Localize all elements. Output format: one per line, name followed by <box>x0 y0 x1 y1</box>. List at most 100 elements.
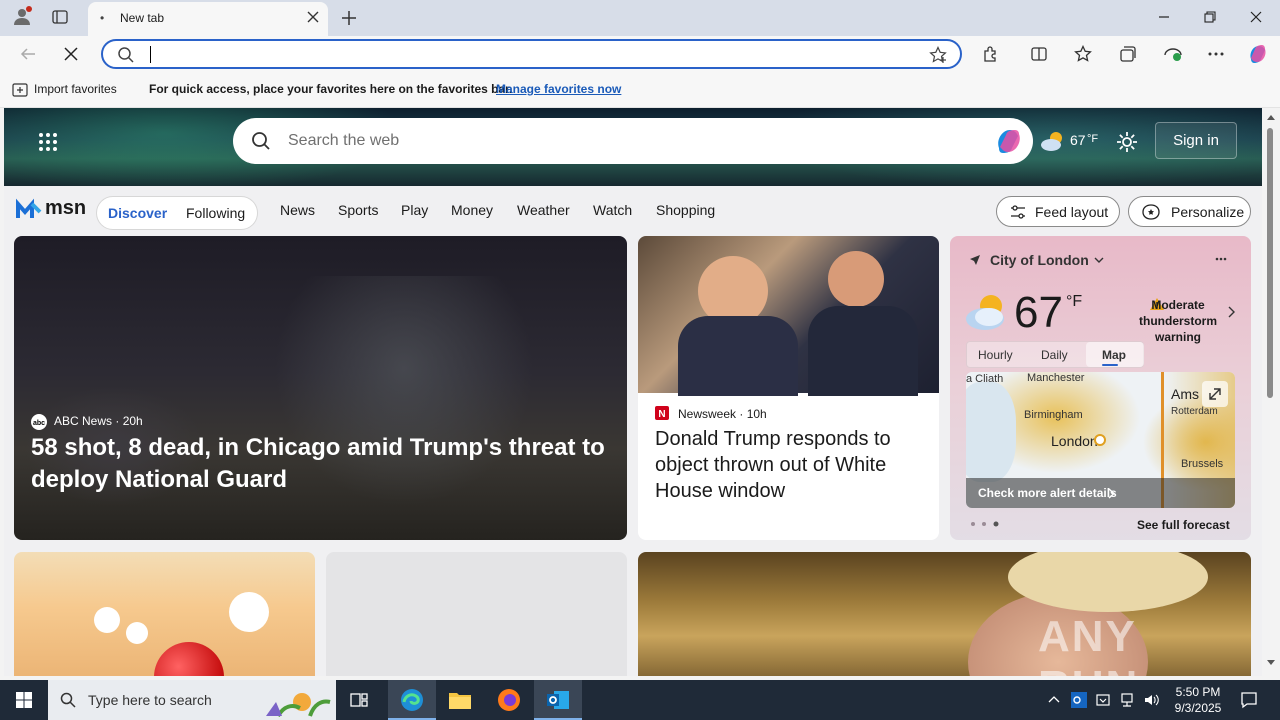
tab-discover[interactable]: Discover <box>108 205 167 221</box>
extensions-icon[interactable] <box>982 45 1000 63</box>
tab-title: New tab <box>120 11 165 25</box>
add-favorite-icon[interactable] <box>929 46 947 64</box>
feed-card-large[interactable]: ANY RUN <box>638 552 1251 676</box>
import-favorites-icon <box>12 82 28 98</box>
search-highlight-icon <box>258 682 334 718</box>
see-full-forecast-link[interactable]: See full forecast <box>1137 518 1230 532</box>
nav-watch[interactable]: Watch <box>593 202 632 218</box>
chevron-down-icon[interactable] <box>1094 255 1104 265</box>
address-bar[interactable] <box>101 39 962 69</box>
nav-shopping[interactable]: Shopping <box>656 202 715 218</box>
page-scrollbar[interactable] <box>1262 108 1280 676</box>
text-caret <box>150 46 151 63</box>
weather-card: City of London 67 °F Moderate thundersto… <box>950 236 1251 540</box>
more-options-icon[interactable] <box>1214 252 1228 266</box>
personalize-button[interactable]: Personalize <box>1128 196 1251 227</box>
restore-icon[interactable] <box>1203 10 1217 24</box>
network-icon[interactable] <box>1119 692 1135 708</box>
personalize-label: Personalize <box>1171 204 1245 220</box>
sign-in-button[interactable]: Sign in <box>1155 122 1237 159</box>
action-center-icon[interactable] <box>1240 691 1258 709</box>
weather-radar-map[interactable]: a Cliath Manchester Birmingham London Am… <box>966 372 1235 508</box>
search-icon <box>251 131 271 151</box>
firefox-icon[interactable] <box>497 688 521 712</box>
msn-logo-text[interactable]: msn <box>45 197 86 220</box>
story-headline[interactable]: 58 shot, 8 dead, in Chicago amid Trump's… <box>31 432 611 496</box>
new-tab-icon[interactable] <box>340 9 358 27</box>
weather-alert-text[interactable]: Moderate thunderstorm warning <box>1098 297 1238 345</box>
weather-tabs: Hourly Daily Map <box>966 341 1144 368</box>
file-explorer-icon[interactable] <box>448 689 472 711</box>
outlook-icon <box>546 688 570 712</box>
chevron-right-icon[interactable] <box>1228 306 1236 318</box>
copilot-icon[interactable] <box>1247 43 1269 65</box>
page-settings-icon[interactable] <box>1116 131 1138 153</box>
settings-more-icon[interactable] <box>1207 45 1225 63</box>
web-search-box[interactable]: Search the web <box>233 118 1033 164</box>
notification-tray-icon[interactable] <box>1095 692 1111 708</box>
copilot-search-icon[interactable] <box>993 126 1025 156</box>
sliders-icon <box>1009 203 1027 221</box>
apps-grid-icon[interactable] <box>38 132 58 152</box>
import-favorites-link[interactable]: Import favorites <box>34 82 117 96</box>
feed-layout-button[interactable]: Feed layout <box>996 196 1120 227</box>
volume-icon[interactable] <box>1143 692 1159 708</box>
search-icon <box>117 46 135 64</box>
minimize-icon[interactable] <box>1157 10 1171 24</box>
svg-text:abc: abc <box>33 420 45 427</box>
feed-card-lottery[interactable] <box>14 552 315 676</box>
msn-page: Search the web 67 °F Sign in msn Discove… <box>4 108 1262 676</box>
search-icon <box>60 692 76 708</box>
nav-play[interactable]: Play <box>401 202 428 218</box>
location-pin-icon <box>1094 434 1106 446</box>
news-card[interactable]: N Newsweek · 10h Donald Trump responds t… <box>638 236 939 540</box>
back-icon[interactable] <box>19 45 37 63</box>
taskbar-edge[interactable] <box>388 680 436 720</box>
feed-card-placeholder <box>326 552 627 676</box>
abc-news-logo-icon: abc <box>31 414 47 430</box>
expand-map-icon[interactable] <box>1202 381 1228 407</box>
carousel-dots[interactable] <box>970 520 1004 528</box>
scroll-down-icon[interactable] <box>1267 660 1275 666</box>
collections-icon[interactable] <box>1119 45 1137 63</box>
tab-new-tab[interactable]: • New tab <box>88 2 328 36</box>
close-tab-icon[interactable] <box>306 10 320 24</box>
nav-weather[interactable]: Weather <box>517 202 570 218</box>
feed-layout-label: Feed layout <box>1035 204 1109 220</box>
stop-loading-icon[interactable] <box>63 46 79 62</box>
taskbar-outlook[interactable] <box>534 680 582 720</box>
story-source: ABC News · 20h <box>54 414 143 428</box>
profile-icon[interactable] <box>12 6 32 26</box>
task-view-icon[interactable] <box>350 691 368 709</box>
clock-time: 5:50 PM <box>1175 685 1221 699</box>
nav-sports[interactable]: Sports <box>338 202 378 218</box>
weather-tab-map[interactable]: Map <box>1086 342 1144 367</box>
header-temperature: 67 <box>1070 132 1086 148</box>
top-story-card[interactable]: abc ABC News · 20h 58 shot, 8 dead, in C… <box>14 236 627 540</box>
nav-news[interactable]: News <box>280 202 315 218</box>
taskbar-clock[interactable]: 5:50 PM 9/3/2025 <box>1168 684 1228 716</box>
scroll-up-icon[interactable] <box>1267 114 1275 120</box>
outlook-tray-icon[interactable] <box>1071 692 1087 708</box>
windows-start-icon[interactable] <box>16 692 32 708</box>
weather-tab-daily[interactable]: Daily <box>1041 348 1068 362</box>
watermark: ANY RUN <box>1038 612 1137 676</box>
manage-favorites-link[interactable]: Manage favorites now <box>496 82 621 96</box>
msn-logo-icon[interactable] <box>16 198 42 220</box>
personalize-icon <box>1141 203 1161 221</box>
tab-following[interactable]: Following <box>186 205 245 221</box>
split-screen-icon[interactable] <box>1030 45 1048 63</box>
weather-location[interactable]: City of London <box>990 252 1089 268</box>
taskbar-search-box[interactable]: Type here to search <box>48 680 336 720</box>
nav-money[interactable]: Money <box>451 202 493 218</box>
alert-details-bar[interactable]: Check more alert details <box>966 478 1235 508</box>
tab-actions-icon[interactable] <box>52 9 68 25</box>
weather-tab-hourly[interactable]: Hourly <box>978 348 1013 362</box>
chevron-up-icon[interactable] <box>1047 693 1061 707</box>
browser-essentials-icon[interactable] <box>1163 45 1183 63</box>
news-headline[interactable]: Donald Trump responds to object thrown o… <box>655 426 925 504</box>
search-placeholder: Search the web <box>288 132 400 149</box>
close-window-icon[interactable] <box>1249 10 1263 24</box>
scroll-thumb[interactable] <box>1267 128 1273 398</box>
favorites-icon[interactable] <box>1074 45 1092 63</box>
